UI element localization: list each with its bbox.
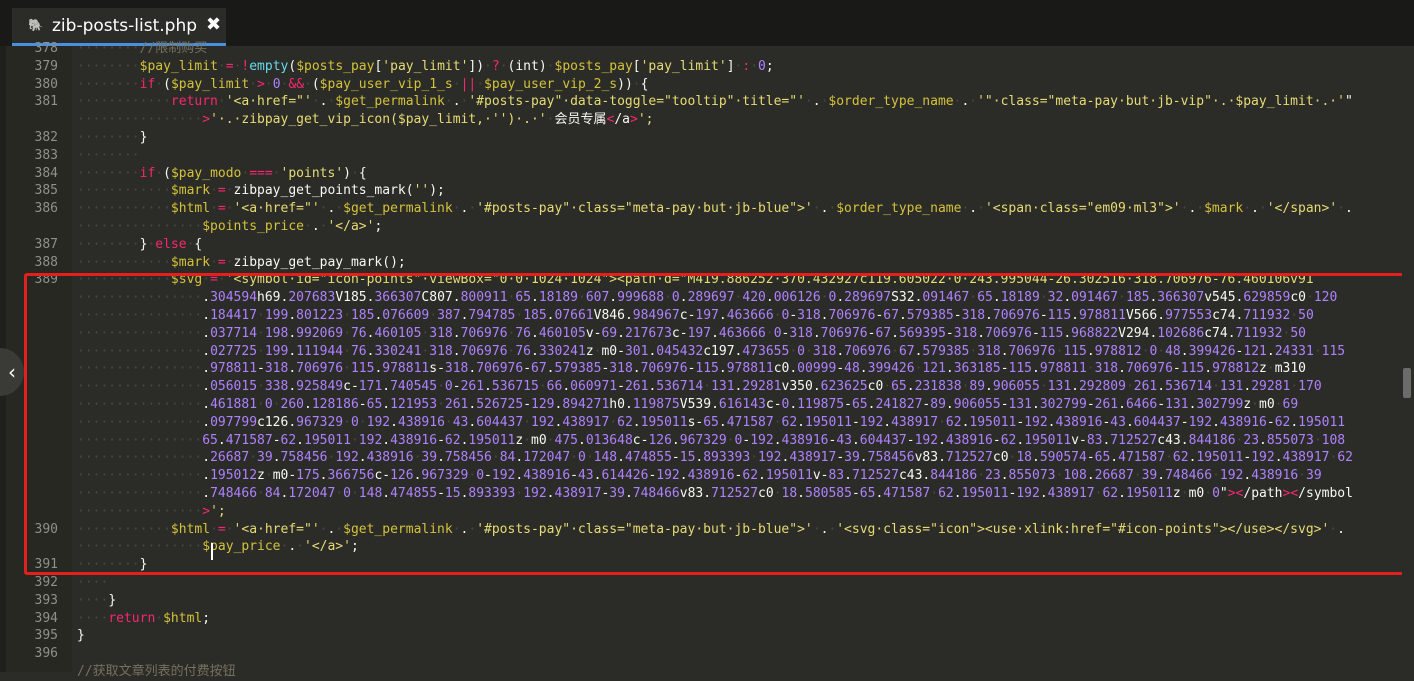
line-number: 395 (34, 628, 58, 644)
scrollbar-thumb[interactable] (1403, 368, 1411, 398)
php-elephant-icon: 🐘 (28, 18, 43, 32)
code-line[interactable]: ················>'·.·zibpay_get_vip_icon… (77, 111, 653, 129)
code-line[interactable]: ················$points_price·.·'</a>'; (77, 218, 382, 236)
code-line[interactable]: ········} (77, 129, 147, 147)
code-line[interactable]: ············return·'<a·href="'·.·$get_pe… (77, 93, 1353, 111)
code-line[interactable]: ············$html·=·'<a·href="'·.·$get_p… (77, 200, 1353, 218)
chevron-left-icon: ‹ (8, 360, 16, 384)
code-line[interactable]: ········if·($pay_limit·>·0·&&·($pay_user… (77, 76, 648, 94)
code-line[interactable]: ········//限制购买 (77, 40, 207, 58)
line-number: 383 (34, 147, 58, 163)
code-line[interactable]: ····} (77, 592, 116, 610)
code-line[interactable]: ···· (77, 574, 108, 592)
code-line[interactable]: } (77, 627, 85, 645)
line-number: 380 (34, 76, 58, 92)
tab-title: zib-posts-list.php (52, 16, 198, 36)
highlight-annotation-box (24, 273, 1410, 575)
code-line[interactable]: ········if·($pay_modo·===·'points')·{ (77, 165, 367, 183)
code-line[interactable]: ············$mark·=·zibpay_get_points_ma… (77, 182, 445, 200)
text-cursor (211, 543, 213, 560)
line-number: 396 (34, 646, 58, 662)
line-number: 379 (34, 58, 58, 74)
line-number: 394 (34, 610, 58, 626)
line-number: 387 (34, 236, 58, 252)
line-number: 386 (34, 201, 58, 217)
line-number: 382 (34, 130, 58, 145)
code-line[interactable]: ········ (77, 147, 140, 165)
code-line[interactable]: ········}·else·{ (77, 236, 202, 254)
line-number: 392 (34, 575, 58, 590)
line-number: 385 (34, 183, 58, 199)
line-number: 378 (34, 41, 58, 56)
tab-bar: 🐘 zib-posts-list.php ✖ (0, 0, 1414, 46)
code-line[interactable]: ····return·$html; (77, 610, 210, 628)
code-line[interactable]: ············$mark·=·zibpay_get_pay_mark(… (77, 254, 406, 272)
line-number: 393 (34, 592, 58, 608)
line-number: 384 (34, 165, 58, 181)
line-number: 381 (34, 94, 58, 110)
code-line[interactable]: ········$pay_limit·=·!empty($posts_pay['… (77, 58, 774, 76)
close-icon[interactable]: ✖ (206, 14, 221, 35)
line-number: 388 (34, 254, 58, 270)
vertical-scrollbar[interactable] (1402, 46, 1414, 672)
